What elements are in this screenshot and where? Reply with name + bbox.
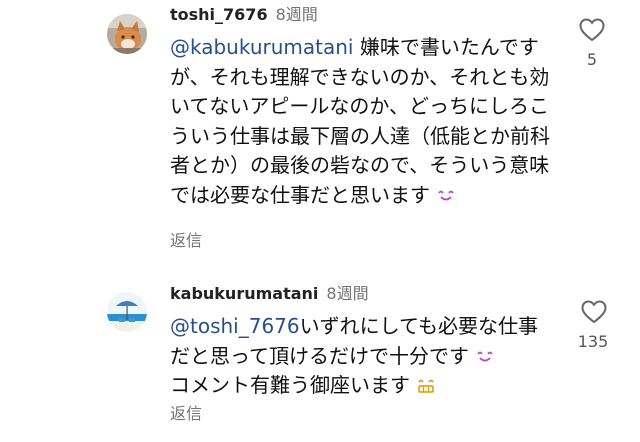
avatar[interactable] [107, 292, 147, 332]
comment-body: 嫌味で書いたんですが、それも理解できないのか、それとも効いてないアピールなのか、… [170, 35, 550, 207]
cat-avatar-icon [107, 14, 147, 54]
mention-link[interactable]: @kabukurumatani [170, 35, 353, 59]
like-button[interactable]: 5 [572, 18, 612, 69]
like-button[interactable]: 135 [574, 300, 614, 351]
reply-button[interactable]: 返信 [170, 400, 202, 424]
comment-header: toshi_7676 8週間 [170, 5, 318, 25]
grinning-face-icon [418, 379, 435, 393]
heart-icon [579, 18, 605, 42]
username[interactable]: kabukurumatani [170, 284, 318, 303]
timestamp: 8週間 [326, 284, 369, 303]
heart-icon [581, 300, 607, 324]
avatar[interactable] [107, 14, 147, 54]
smiling-face-icon [477, 351, 494, 361]
comment: toshi_7676 8週間 @kabukurumatani 嫌味で書いたんですが… [0, 0, 640, 270]
comment-header: kabukurumatani 8週間 [170, 284, 369, 304]
comment: kabukurumatani 8週間 @toshi_7676いずれにしても必要な仕… [0, 270, 640, 442]
like-count: 135 [577, 332, 609, 351]
reply-button[interactable]: 返信 [170, 227, 202, 251]
comment-text: @toshi_7676いずれにしても必要な仕事だと思って頂けるだけで十分です コ… [170, 312, 555, 401]
smiling-face-icon [438, 190, 455, 200]
beach-avatar-icon [107, 292, 147, 332]
like-count: 5 [586, 50, 598, 69]
comment-text: @kabukurumatani 嫌味で書いたんですが、それも理解できないのか、そ… [170, 33, 555, 210]
mention-link[interactable]: @toshi_7676 [170, 314, 300, 338]
username[interactable]: toshi_7676 [170, 5, 268, 24]
comment-body-line2: コメント有難う御座います [170, 373, 410, 397]
timestamp: 8週間 [275, 5, 318, 24]
